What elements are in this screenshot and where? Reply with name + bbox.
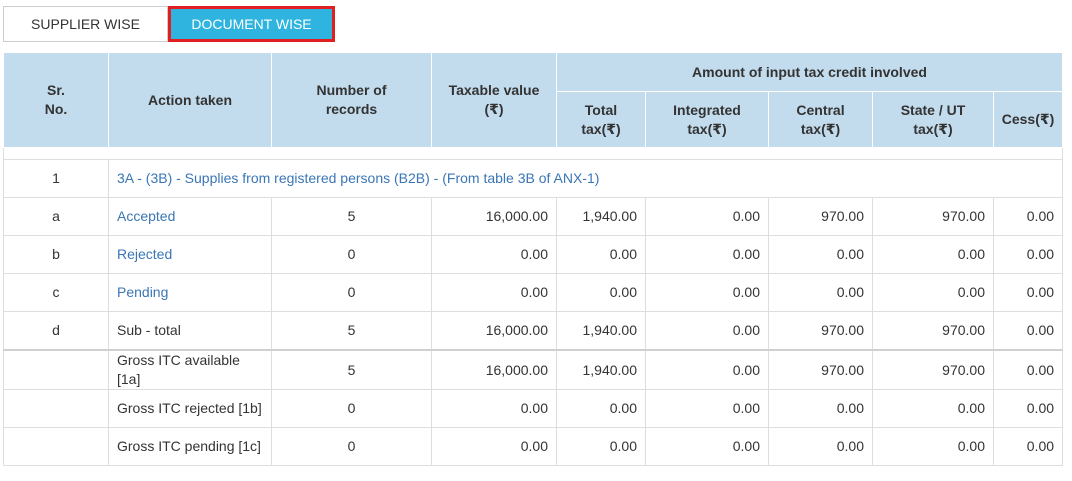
header-integrated-tax: Integrated tax(₹): [645, 91, 769, 148]
cell-integrated-tax: 0.00: [645, 235, 769, 274]
header-cess: Cess(₹): [992, 91, 1064, 148]
cell-taxable: 16,000.00: [431, 311, 557, 351]
table-row: c Pending 0 0.00 0.00 0.00 0.00 0.00 0.0…: [3, 273, 1064, 312]
table-row-summary: Gross ITC pending [1c] 0 0.00 0.00 0.00 …: [3, 427, 1064, 466]
cell-cess: 0.00: [992, 273, 1064, 312]
row-sr: b: [3, 235, 109, 274]
cell-taxable: 16,000.00: [431, 349, 557, 390]
cell-integrated-tax: 0.00: [645, 427, 769, 466]
cell-central-tax: 970.00: [768, 197, 873, 236]
tab-document-wise[interactable]: DOCUMENT WISE: [168, 6, 335, 42]
cell-integrated-tax: 0.00: [645, 389, 769, 428]
row-sr: [3, 427, 109, 466]
table-row: b Rejected 0 0.00 0.00 0.00 0.00 0.00 0.…: [3, 235, 1064, 274]
cell-records: 5: [271, 197, 432, 236]
cell-records: 0: [271, 389, 432, 428]
cell-records: 0: [271, 235, 432, 274]
cell-total-tax: 0.00: [556, 235, 646, 274]
table-row-summary: Gross ITC available [1a] 5 16,000.00 1,9…: [3, 349, 1064, 390]
cell-action: Gross ITC rejected [1b]: [108, 389, 272, 428]
cell-total-tax: 1,940.00: [556, 311, 646, 351]
cell-cess: 0.00: [992, 349, 1064, 390]
action-link-rejected[interactable]: Rejected: [108, 235, 272, 274]
cell-central-tax: 970.00: [768, 349, 873, 390]
spacer-row: [2, 147, 1064, 160]
header-central-tax: Central tax(₹): [768, 91, 873, 148]
row-sr: a: [3, 197, 109, 236]
row-sr: d: [3, 311, 109, 351]
row-sr: c: [3, 273, 109, 312]
cell-taxable: 0.00: [431, 273, 557, 312]
cell-total-tax: 0.00: [556, 273, 646, 312]
cell-central-tax: 970.00: [768, 311, 873, 351]
table-header: Sr. No. Action taken Number of records T…: [3, 52, 1064, 148]
cell-central-tax: 0.00: [768, 235, 873, 274]
cell-state-tax: 0.00: [872, 389, 994, 428]
cell-state-tax: 970.00: [872, 349, 994, 390]
cell-integrated-tax: 0.00: [645, 197, 769, 236]
cell-state-tax: 0.00: [872, 427, 994, 466]
cell-state-tax: 0.00: [872, 273, 994, 312]
table-body: 1 3A - (3B) - Supplies from registered p…: [2, 147, 1064, 466]
table-row: a Accepted 5 16,000.00 1,940.00 0.00 970…: [3, 197, 1064, 236]
cell-records: 0: [271, 273, 432, 312]
itc-summary-table: Sr. No. Action taken Number of records T…: [2, 52, 1064, 466]
row-sr: [3, 389, 109, 428]
cell-taxable: 16,000.00: [431, 197, 557, 236]
cell-state-tax: 0.00: [872, 235, 994, 274]
header-itc-group: Amount of input tax credit involved: [555, 52, 1064, 92]
cell-integrated-tax: 0.00: [645, 273, 769, 312]
cell-cess: 0.00: [992, 311, 1064, 351]
cell-state-tax: 970.00: [872, 197, 994, 236]
section-title: 3A - (3B) - Supplies from registered per…: [107, 159, 1064, 198]
cell-total-tax: 1,940.00: [556, 197, 646, 236]
cell-taxable: 0.00: [431, 235, 557, 274]
cell-action: Gross ITC available [1a]: [108, 349, 272, 390]
cell-taxable: 0.00: [431, 389, 557, 428]
tab-supplier-wise[interactable]: SUPPLIER WISE: [3, 6, 168, 42]
header-sr-no: Sr. No.: [3, 52, 109, 148]
cell-central-tax: 0.00: [768, 273, 873, 312]
cell-state-tax: 970.00: [872, 311, 994, 351]
row-sr: [3, 349, 109, 390]
cell-integrated-tax: 0.00: [645, 311, 769, 351]
cell-integrated-tax: 0.00: [645, 349, 769, 390]
table-row-subtotal: d Sub - total 5 16,000.00 1,940.00 0.00 …: [3, 311, 1064, 351]
header-taxable-value: Taxable value (₹): [431, 52, 557, 148]
cell-cess: 0.00: [992, 427, 1064, 466]
cell-cess: 0.00: [992, 389, 1064, 428]
cell-total-tax: 0.00: [556, 427, 646, 466]
cell-cess: 0.00: [992, 197, 1064, 236]
cell-central-tax: 0.00: [768, 389, 873, 428]
cell-records: 0: [271, 427, 432, 466]
action-link-accepted[interactable]: Accepted: [108, 197, 272, 236]
cell-cess: 0.00: [992, 235, 1064, 274]
cell-total-tax: 1,940.00: [556, 349, 646, 390]
section-row: 1 3A - (3B) - Supplies from registered p…: [3, 159, 1064, 198]
cell-total-tax: 0.00: [556, 389, 646, 428]
cell-action: Sub - total: [108, 311, 272, 351]
table-row-summary: Gross ITC rejected [1b] 0 0.00 0.00 0.00…: [3, 389, 1064, 428]
header-state-ut-tax: State / UT tax(₹): [872, 91, 994, 148]
cell-records: 5: [271, 349, 432, 390]
header-total-tax: Total tax(₹): [556, 91, 646, 148]
action-link-pending[interactable]: Pending: [108, 273, 272, 312]
cell-central-tax: 0.00: [768, 427, 873, 466]
section-sr: 1: [3, 159, 109, 198]
header-number-of-records: Number of records: [271, 52, 432, 148]
cell-action: Gross ITC pending [1c]: [108, 427, 272, 466]
header-action-taken: Action taken: [108, 52, 272, 148]
cell-records: 5: [271, 311, 432, 351]
cell-taxable: 0.00: [431, 427, 557, 466]
view-tabs: SUPPLIER WISE DOCUMENT WISE: [3, 6, 335, 42]
